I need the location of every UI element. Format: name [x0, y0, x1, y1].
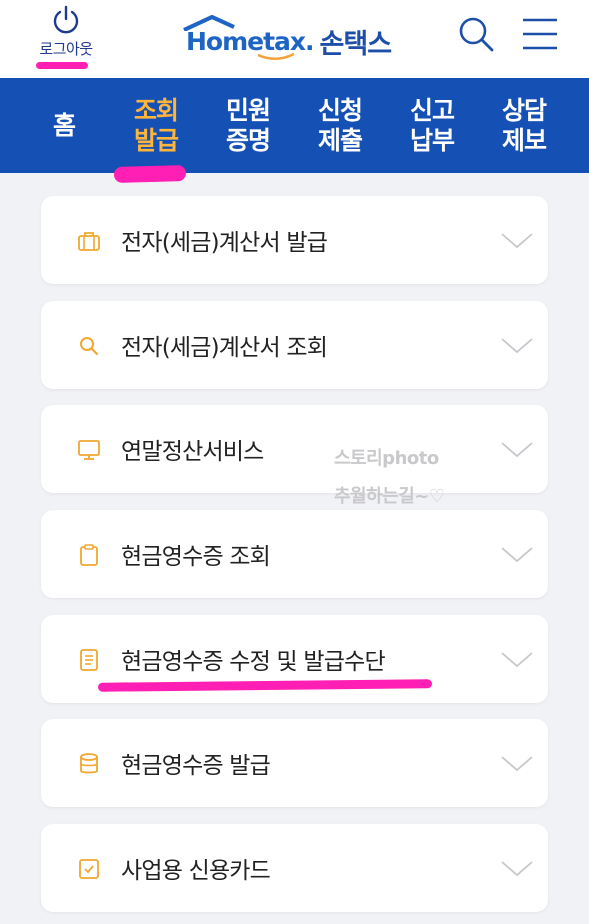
logout-label: 로그아웃: [39, 40, 93, 58]
search-icon: [80, 337, 99, 356]
nav-label-line1: 신고: [409, 95, 455, 125]
nav-label-line2: 납부: [409, 125, 455, 155]
monitor-icon: [78, 440, 100, 460]
menu-item-tax-invoice-inquiry[interactable]: 전자(세금)계산서 조회: [41, 301, 548, 389]
chevron-down-icon: [501, 756, 533, 772]
clipboard-icon: [80, 544, 98, 566]
menu-item-tax-invoice-issue[interactable]: 전자(세금)계산서 발급: [41, 196, 548, 284]
menu-item-year-end-settlement[interactable]: 연말정산서비스: [41, 405, 548, 493]
menu-item-label: 사업용 신용카드: [121, 858, 271, 884]
briefcase-icon: [78, 232, 100, 251]
nav-label-line2: 제출: [317, 125, 363, 155]
nav-label-line2: 제보: [501, 125, 547, 155]
menu-item-business-credit-card[interactable]: 사업용 신용카드: [41, 824, 548, 912]
menu-item-label: 연말정산서비스: [121, 439, 264, 465]
main-nav: 홈 조회 발급 민원 증명 신청 제출 신고 납부 상담 제보: [0, 78, 589, 173]
checkbox-icon: [79, 859, 99, 879]
watermark-line2: 추월하는길~♡: [334, 486, 445, 507]
logo-text: Hometax.: [183, 14, 315, 56]
nav-label-line1: 신청: [317, 95, 363, 125]
menu-item-cash-receipt-inquiry[interactable]: 현금영수증 조회: [41, 510, 548, 598]
hometax-logo[interactable]: Hometax. 손택스: [183, 12, 393, 62]
power-icon: [53, 5, 79, 34]
menu-item-cash-receipt-issue[interactable]: 현금영수증 발급: [41, 719, 548, 807]
nav-label-line1: 민원: [225, 95, 271, 125]
nav-item-home[interactable]: 홈: [36, 78, 92, 173]
nav-item-report-pay[interactable]: 신고 납부: [402, 78, 462, 173]
logo-korean: 손택스: [319, 28, 393, 60]
highlight-mark: [36, 62, 88, 69]
document-icon: [80, 649, 98, 671]
chevron-down-icon: [501, 338, 533, 354]
logo-swoosh-icon: [257, 52, 295, 60]
nav-label-line2: 증명: [225, 125, 271, 155]
menu-item-label: 전자(세금)계산서 조회: [121, 335, 328, 361]
nav-item-apply-submit[interactable]: 신청 제출: [310, 78, 370, 173]
search-button[interactable]: [456, 14, 496, 54]
chevron-down-icon: [501, 233, 533, 249]
watermark-line1: 스토리photo: [334, 448, 439, 469]
menu-item-label: 전자(세금)계산서 발급: [121, 230, 328, 256]
top-header: 로그아웃 Hometax. 손택스: [0, 0, 589, 78]
highlight-mark: [113, 165, 187, 183]
nav-label-line1: 조회: [133, 95, 179, 125]
nav-item-civil-certificate[interactable]: 민원 증명: [218, 78, 278, 173]
watermark: 스토리photo 추월하는길~♡: [334, 440, 445, 516]
nav-item-consult-report[interactable]: 상담 제보: [494, 78, 554, 173]
nav-label-line2: 발급: [133, 125, 179, 155]
chevron-down-icon: [501, 652, 533, 668]
hamburger-icon: [523, 18, 557, 50]
hamburger-menu-button[interactable]: [520, 14, 560, 54]
menu-item-label: 현금영수증 발급: [121, 753, 271, 779]
chevron-down-icon: [501, 442, 533, 458]
house-roof-icon: [183, 14, 235, 31]
search-icon: [459, 17, 494, 52]
nav-label: 홈: [52, 110, 76, 140]
nav-item-inquiry-issue[interactable]: 조회 발급: [126, 78, 186, 173]
menu-item-label: 현금영수증 조회: [121, 544, 271, 570]
nav-label-line1: 상담: [501, 95, 547, 125]
chevron-down-icon: [501, 861, 533, 877]
database-icon: [80, 753, 98, 774]
chevron-down-icon: [501, 547, 533, 563]
